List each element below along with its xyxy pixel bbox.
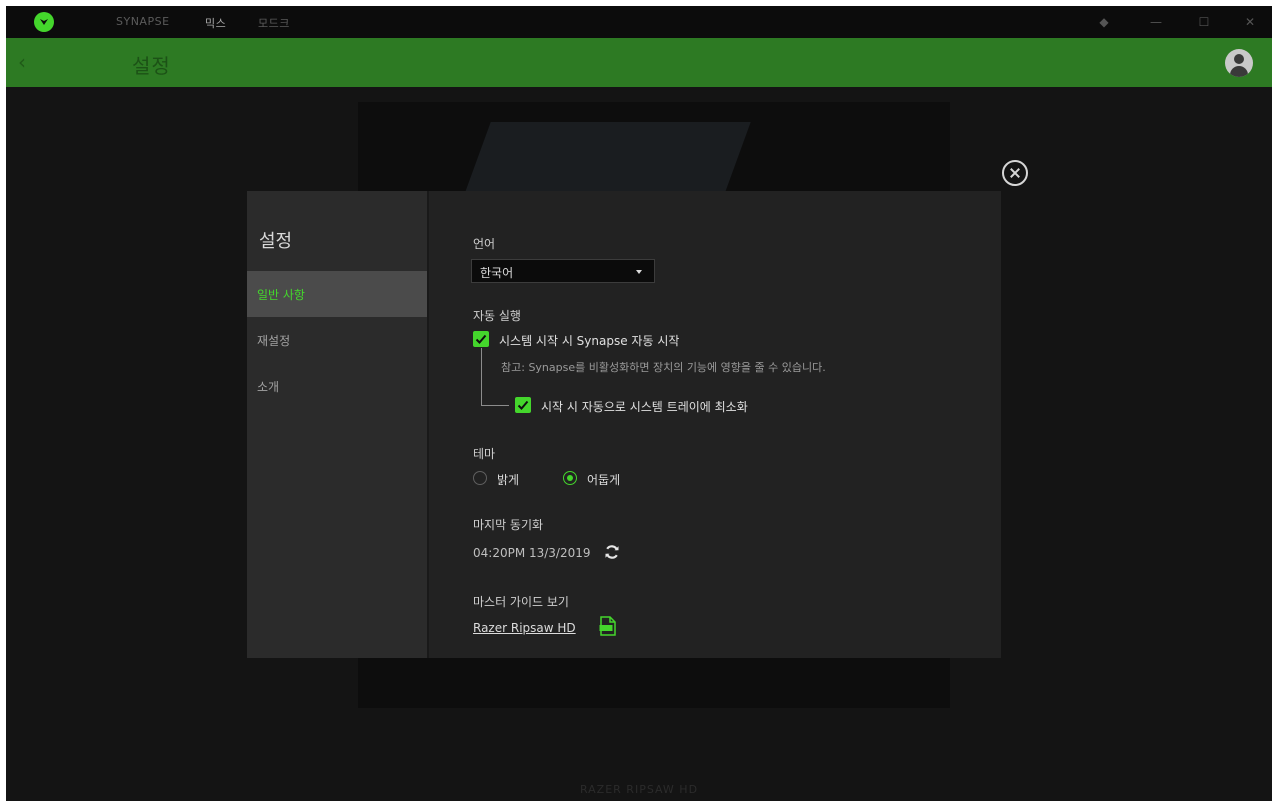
nav-synapse[interactable]: SYNAPSE: [116, 15, 170, 28]
pdf-icon[interactable]: [599, 616, 617, 636]
maximize-icon[interactable]: ☐: [1196, 14, 1212, 30]
theme-dark-label: 어둡게: [587, 473, 621, 487]
master-guide-link[interactable]: Razer Ripsaw HD: [473, 621, 576, 635]
master-guide-label: 마스터 가이드 보기: [473, 595, 569, 609]
autostart-note: 참고: Synapse를 비활성화하면 장치의 기능에 영향을 줄 수 있습니다…: [501, 361, 826, 374]
minimize-tray-label: 시작 시 자동으로 시스템 트레이에 최소화: [541, 400, 748, 414]
razer-logo-icon: [34, 12, 54, 32]
nav-mix[interactable]: 믹스: [205, 15, 226, 31]
close-icon[interactable]: [1002, 160, 1028, 186]
tree-connector: [481, 348, 482, 406]
window-close-icon[interactable]: ✕: [1242, 14, 1258, 30]
sidebar-item-label: 일반 사항: [257, 288, 305, 302]
sidebar-item-reset[interactable]: 재설정: [247, 317, 427, 363]
title-bar: SYNAPSE 믹스 모드크 ◆ — ☐ ✕: [6, 6, 1272, 38]
last-sync-label: 마지막 동기화: [473, 518, 544, 532]
settings-dialog: 설정 일반 사항 재설정 소개 언어 한국어 자동 실행 시스템 시작 시 Sy…: [247, 191, 1001, 658]
tree-connector: [481, 405, 509, 406]
avatar-icon[interactable]: [1225, 49, 1253, 77]
minimize-tray-checkbox[interactable]: [515, 397, 531, 413]
language-select[interactable]: 한국어: [471, 259, 655, 283]
autostart-label: 자동 실행: [473, 309, 521, 323]
sidebar-item-label: 소개: [257, 380, 280, 394]
check-icon: [475, 334, 487, 344]
refresh-icon[interactable]: [604, 544, 620, 560]
device-image: [465, 122, 751, 192]
device-name: RAZER RIPSAW HD: [579, 783, 699, 796]
settings-content: 언어 한국어 자동 실행 시스템 시작 시 Synapse 자동 시작 참고: …: [429, 191, 1001, 658]
synapse-window: SYNAPSE 믹스 모드크 ◆ — ☐ ✕ ‹ 설정 RAZER RIPSAW…: [6, 6, 1272, 801]
theme-label: 테마: [473, 447, 496, 461]
check-icon: [517, 400, 529, 410]
sidebar-item-label: 재설정: [257, 334, 291, 348]
theme-dark-radio[interactable]: [563, 471, 577, 485]
theme-light-radio[interactable]: [473, 471, 487, 485]
back-arrow-icon[interactable]: ‹: [18, 51, 38, 73]
start-synapse-checkbox[interactable]: [473, 331, 489, 347]
theme-light-label: 밝게: [497, 473, 520, 487]
minimize-icon[interactable]: —: [1148, 14, 1164, 30]
sidebar-item-general[interactable]: 일반 사항: [247, 271, 427, 317]
sidebar-item-about[interactable]: 소개: [247, 363, 427, 409]
page-title: 설정: [132, 54, 171, 78]
settings-sidebar: 설정 일반 사항 재설정 소개: [247, 191, 427, 658]
nav-mode[interactable]: 모드크: [258, 15, 290, 31]
chevron-down-icon: [636, 270, 642, 274]
start-synapse-label: 시스템 시작 시 Synapse 자동 시작: [499, 334, 680, 348]
notification-icon[interactable]: ◆: [1096, 14, 1112, 30]
language-label: 언어: [473, 237, 496, 251]
dialog-title: 설정: [259, 231, 293, 252]
last-sync-time: 04:20PM 13/3/2019: [473, 546, 591, 560]
language-value: 한국어: [480, 266, 514, 280]
page-header: ‹ 설정: [6, 38, 1272, 87]
